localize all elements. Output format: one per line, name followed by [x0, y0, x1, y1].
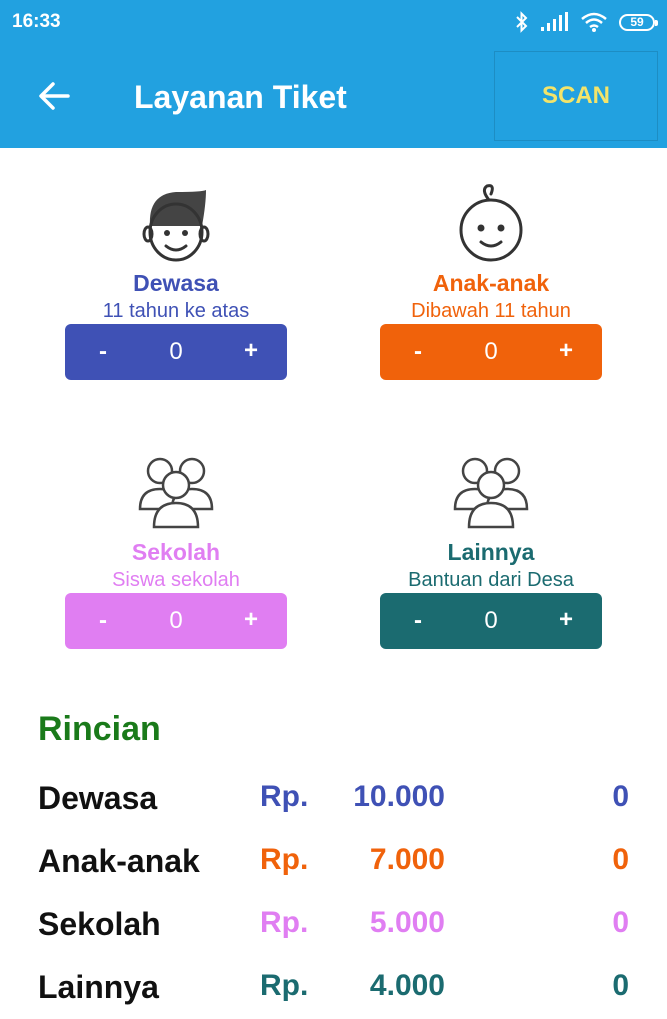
- quantity-stepper-anak: - 0 +: [380, 324, 602, 380]
- ticket-name: Sekolah: [131, 539, 221, 565]
- group-icon: [453, 457, 529, 529]
- rincian-currency: Rp.: [260, 843, 309, 876]
- quantity-stepper-sekolah: - 0 +: [65, 593, 287, 649]
- quantity-value: 0: [169, 338, 183, 365]
- status-time: 16:33: [12, 11, 61, 32]
- rincian-label: Lainnya: [38, 969, 159, 1005]
- decrement-button[interactable]: -: [404, 338, 432, 366]
- ticket-subtitle: 11 tahun ke atas: [102, 300, 250, 322]
- rincian-count: 0: [612, 780, 629, 813]
- rincian-title: Rincian: [38, 710, 161, 748]
- decrement-button[interactable]: -: [89, 338, 117, 366]
- app-bar: Layanan Tiket SCAN: [0, 44, 667, 148]
- quantity-stepper-dewasa: - 0 +: [65, 324, 287, 380]
- scan-button[interactable]: SCAN: [494, 51, 658, 141]
- rincian-price: 7.000: [369, 843, 445, 876]
- rincian-label: Sekolah: [38, 906, 161, 942]
- decrement-button[interactable]: -: [89, 607, 117, 635]
- ticket-subtitle: Bantuan dari Desa: [408, 569, 574, 591]
- status-bar: 16:33 59: [0, 0, 667, 44]
- rincian-currency: Rp.: [260, 969, 309, 1002]
- ticket-name: Dewasa: [133, 270, 219, 296]
- rincian-row-lainnya: Lainnya Rp. 4.000 0: [0, 969, 667, 1019]
- quantity-value: 0: [169, 607, 183, 634]
- back-arrow-icon[interactable]: [34, 76, 74, 116]
- increment-button[interactable]: +: [237, 606, 265, 634]
- ticket-name: Anak-anak: [432, 270, 550, 296]
- rincian-label: Dewasa: [38, 780, 158, 816]
- increment-button[interactable]: +: [552, 606, 580, 634]
- battery-icon: 59: [619, 13, 658, 31]
- rincian-row-anak: Anak-anak Rp. 7.000 0: [0, 843, 667, 893]
- increment-button[interactable]: +: [237, 337, 265, 365]
- rincian-count: 0: [612, 906, 629, 939]
- ticket-name: Lainnya: [447, 539, 535, 565]
- rincian-count: 0: [612, 969, 629, 1002]
- man-icon: [142, 190, 210, 262]
- rincian-price: 5.000: [369, 906, 445, 939]
- signal-icon: [541, 12, 568, 31]
- rincian-currency: Rp.: [260, 780, 309, 813]
- status-icons: 59: [515, 10, 658, 34]
- ticket-subtitle: Dibawah 11 tahun: [411, 300, 571, 322]
- decrement-button[interactable]: -: [404, 607, 432, 635]
- rincian-row-sekolah: Sekolah Rp. 5.000 0: [0, 906, 667, 956]
- page-title: Layanan Tiket: [134, 79, 347, 115]
- increment-button[interactable]: +: [552, 337, 580, 365]
- quantity-stepper-lainnya: - 0 +: [380, 593, 602, 649]
- wifi-icon: [581, 12, 607, 32]
- rincian-row-dewasa: Dewasa Rp. 10.000 0: [0, 780, 667, 830]
- rincian-price: 4.000: [369, 969, 445, 1002]
- ticket-subtitle: Siswa sekolah: [112, 569, 240, 591]
- rincian-price: 10.000: [353, 780, 445, 813]
- bluetooth-icon: [516, 11, 528, 33]
- group-icon: [138, 457, 214, 529]
- child-icon: [459, 184, 523, 262]
- rincian-label: Anak-anak: [38, 843, 200, 879]
- quantity-value: 0: [484, 607, 498, 634]
- quantity-value: 0: [484, 338, 498, 365]
- rincian-count: 0: [612, 843, 629, 876]
- rincian-currency: Rp.: [260, 906, 309, 939]
